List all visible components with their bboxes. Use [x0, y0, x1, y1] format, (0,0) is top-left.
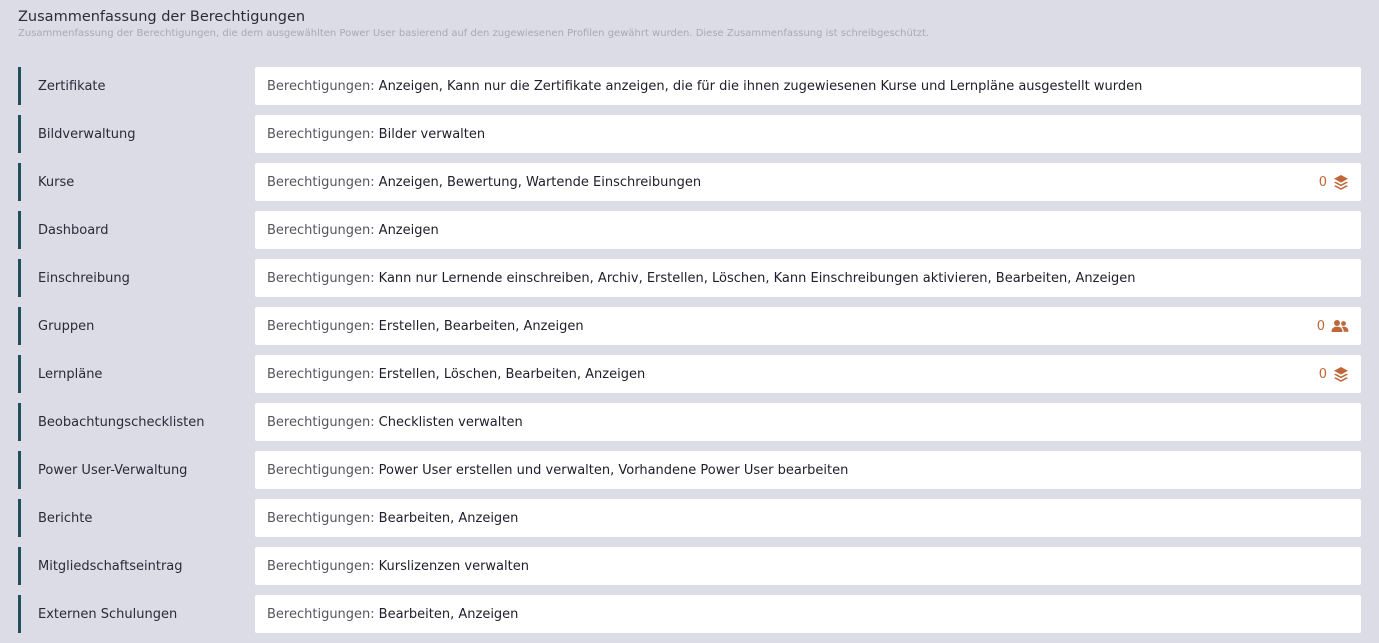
permission-value-box: Berechtigungen: Kurslizenzen verwalten [255, 547, 1361, 585]
permissions-prefix: Berechtigungen: [267, 78, 375, 94]
permission-row: Dashboard Berechtigungen: Anzeigen [18, 211, 1361, 249]
permission-value-box: Berechtigungen: Anzeigen, Bewertung, Wart… [255, 163, 1361, 201]
permissions-text: Anzeigen [378, 222, 439, 238]
permission-category-label: Mitgliedschaftseintrag [18, 547, 250, 585]
permissions-prefix: Berechtigungen: [267, 558, 375, 574]
permission-category-label: Power User-Verwaltung [18, 451, 250, 489]
permission-row: Lernpläne Berechtigungen: Erstellen, Lösch… [18, 355, 1361, 393]
permissions-list: Zertifikate Berechtigungen: Anzeigen, Kann… [18, 67, 1361, 643]
permissions-prefix: Berechtigungen: [267, 462, 375, 478]
layers-icon [1333, 174, 1349, 190]
permission-category-label: Kurse [18, 163, 250, 201]
permission-value-box: Berechtigungen: Erstellen, Löschen, Bearb… [255, 355, 1361, 393]
page-subtitle: Zusammenfassung der Berechtigungen, die … [18, 28, 930, 39]
permission-category-label: Gruppen [18, 307, 250, 345]
permissions-text: Kurslizenzen verwalten [378, 558, 529, 574]
assignment-count: 0 [1316, 318, 1325, 334]
permission-category-label: Externen Schulungen [18, 595, 250, 633]
permissions-text: Erstellen, Bearbeiten, Anzeigen [378, 318, 584, 334]
permission-value-box: Berechtigungen: Bearbeiten, Anzeigen [255, 595, 1361, 633]
permissions-prefix: Berechtigungen: [267, 222, 375, 238]
users-icon [1331, 319, 1349, 333]
permission-row: Bildverwaltung Berechtigungen: Bilder verw… [18, 115, 1361, 153]
permission-value-box: Berechtigungen: Anzeigen [255, 211, 1361, 249]
permissions-text: Power User erstellen und verwalten, Vorh… [378, 462, 849, 478]
permissions-text: Anzeigen, Kann nur die Zertifikate anzei… [378, 78, 1143, 94]
permission-row: Berichte Berechtigungen: Bearbeiten, Anzei… [18, 499, 1361, 537]
permissions-prefix: Berechtigungen: [267, 366, 375, 382]
page-title: Zusammenfassung der Berechtigungen [18, 9, 306, 25]
permission-value-box: Berechtigungen: Kann nur Lernende einschr… [255, 259, 1361, 297]
permission-value-box: Berechtigungen: Bilder verwalten [255, 115, 1361, 153]
assignment-count-badge[interactable]: 0 [1319, 366, 1349, 382]
permissions-prefix: Berechtigungen: [267, 606, 375, 622]
permissions-prefix: Berechtigungen: [267, 318, 375, 334]
permission-category-label: Berichte [18, 499, 250, 537]
permissions-text: Bilder verwalten [378, 126, 486, 142]
assignment-count-badge[interactable]: 0 [1319, 174, 1349, 190]
permissions-text: Bearbeiten, Anzeigen [378, 510, 519, 526]
permissions-text: Anzeigen, Bewertung, Wartende Einschreib… [378, 174, 702, 190]
permission-category-label: Einschreibung [18, 259, 250, 297]
assignment-count-badge[interactable]: 0 [1317, 319, 1349, 334]
permission-value-box: Berechtigungen: Checklisten verwalten [255, 403, 1361, 441]
permission-row: Einschreibung Berechtigungen: Kann nur Ler… [18, 259, 1361, 297]
permissions-prefix: Berechtigungen: [267, 510, 375, 526]
permission-row: Mitgliedschaftseintrag Berechtigungen: Kur… [18, 547, 1361, 585]
permission-row: Gruppen Berechtigungen: Erstellen, Bearbei… [18, 307, 1361, 345]
permissions-text: Checklisten verwalten [378, 414, 523, 430]
permission-row: Zertifikate Berechtigungen: Anzeigen, Kann… [18, 67, 1361, 105]
assignment-count: 0 [1318, 174, 1327, 190]
permission-value-box: Berechtigungen: Power User erstellen und … [255, 451, 1361, 489]
assignment-count: 0 [1318, 366, 1327, 382]
permissions-summary-header: Zusammenfassung der Berechtigungen Zusam… [18, 7, 1358, 41]
permissions-prefix: Berechtigungen: [267, 414, 375, 430]
permission-category-label: Zertifikate [18, 67, 250, 105]
permission-category-label: Beobachtungschecklisten [18, 403, 250, 441]
permission-row: Externen Schulungen Berechtigungen: Bearbe… [18, 595, 1361, 633]
permission-category-label: Dashboard [18, 211, 250, 249]
permissions-prefix: Berechtigungen: [267, 126, 375, 142]
permission-row: Beobachtungschecklisten Berechtigungen: Ch… [18, 403, 1361, 441]
layers-icon [1333, 366, 1349, 382]
permissions-prefix: Berechtigungen: [267, 174, 375, 190]
permissions-prefix: Berechtigungen: [267, 270, 375, 286]
permission-row: Power User-Verwaltung Berechtigungen: Powe… [18, 451, 1361, 489]
permissions-text: Bearbeiten, Anzeigen [378, 606, 519, 622]
permission-row: Kurse Berechtigungen: Anzeigen, Bewertung,… [18, 163, 1361, 201]
permissions-text: Kann nur Lernende einschreiben, Archiv, … [378, 270, 1136, 286]
permission-value-box: Berechtigungen: Anzeigen, Kann nur die Ze… [255, 67, 1361, 105]
permission-category-label: Lernpläne [18, 355, 250, 393]
permission-category-label: Bildverwaltung [18, 115, 250, 153]
permission-value-box: Berechtigungen: Erstellen, Bearbeiten, An… [255, 307, 1361, 345]
permission-value-box: Berechtigungen: Bearbeiten, Anzeigen [255, 499, 1361, 537]
permissions-text: Erstellen, Löschen, Bearbeiten, Anzeigen [378, 366, 646, 382]
